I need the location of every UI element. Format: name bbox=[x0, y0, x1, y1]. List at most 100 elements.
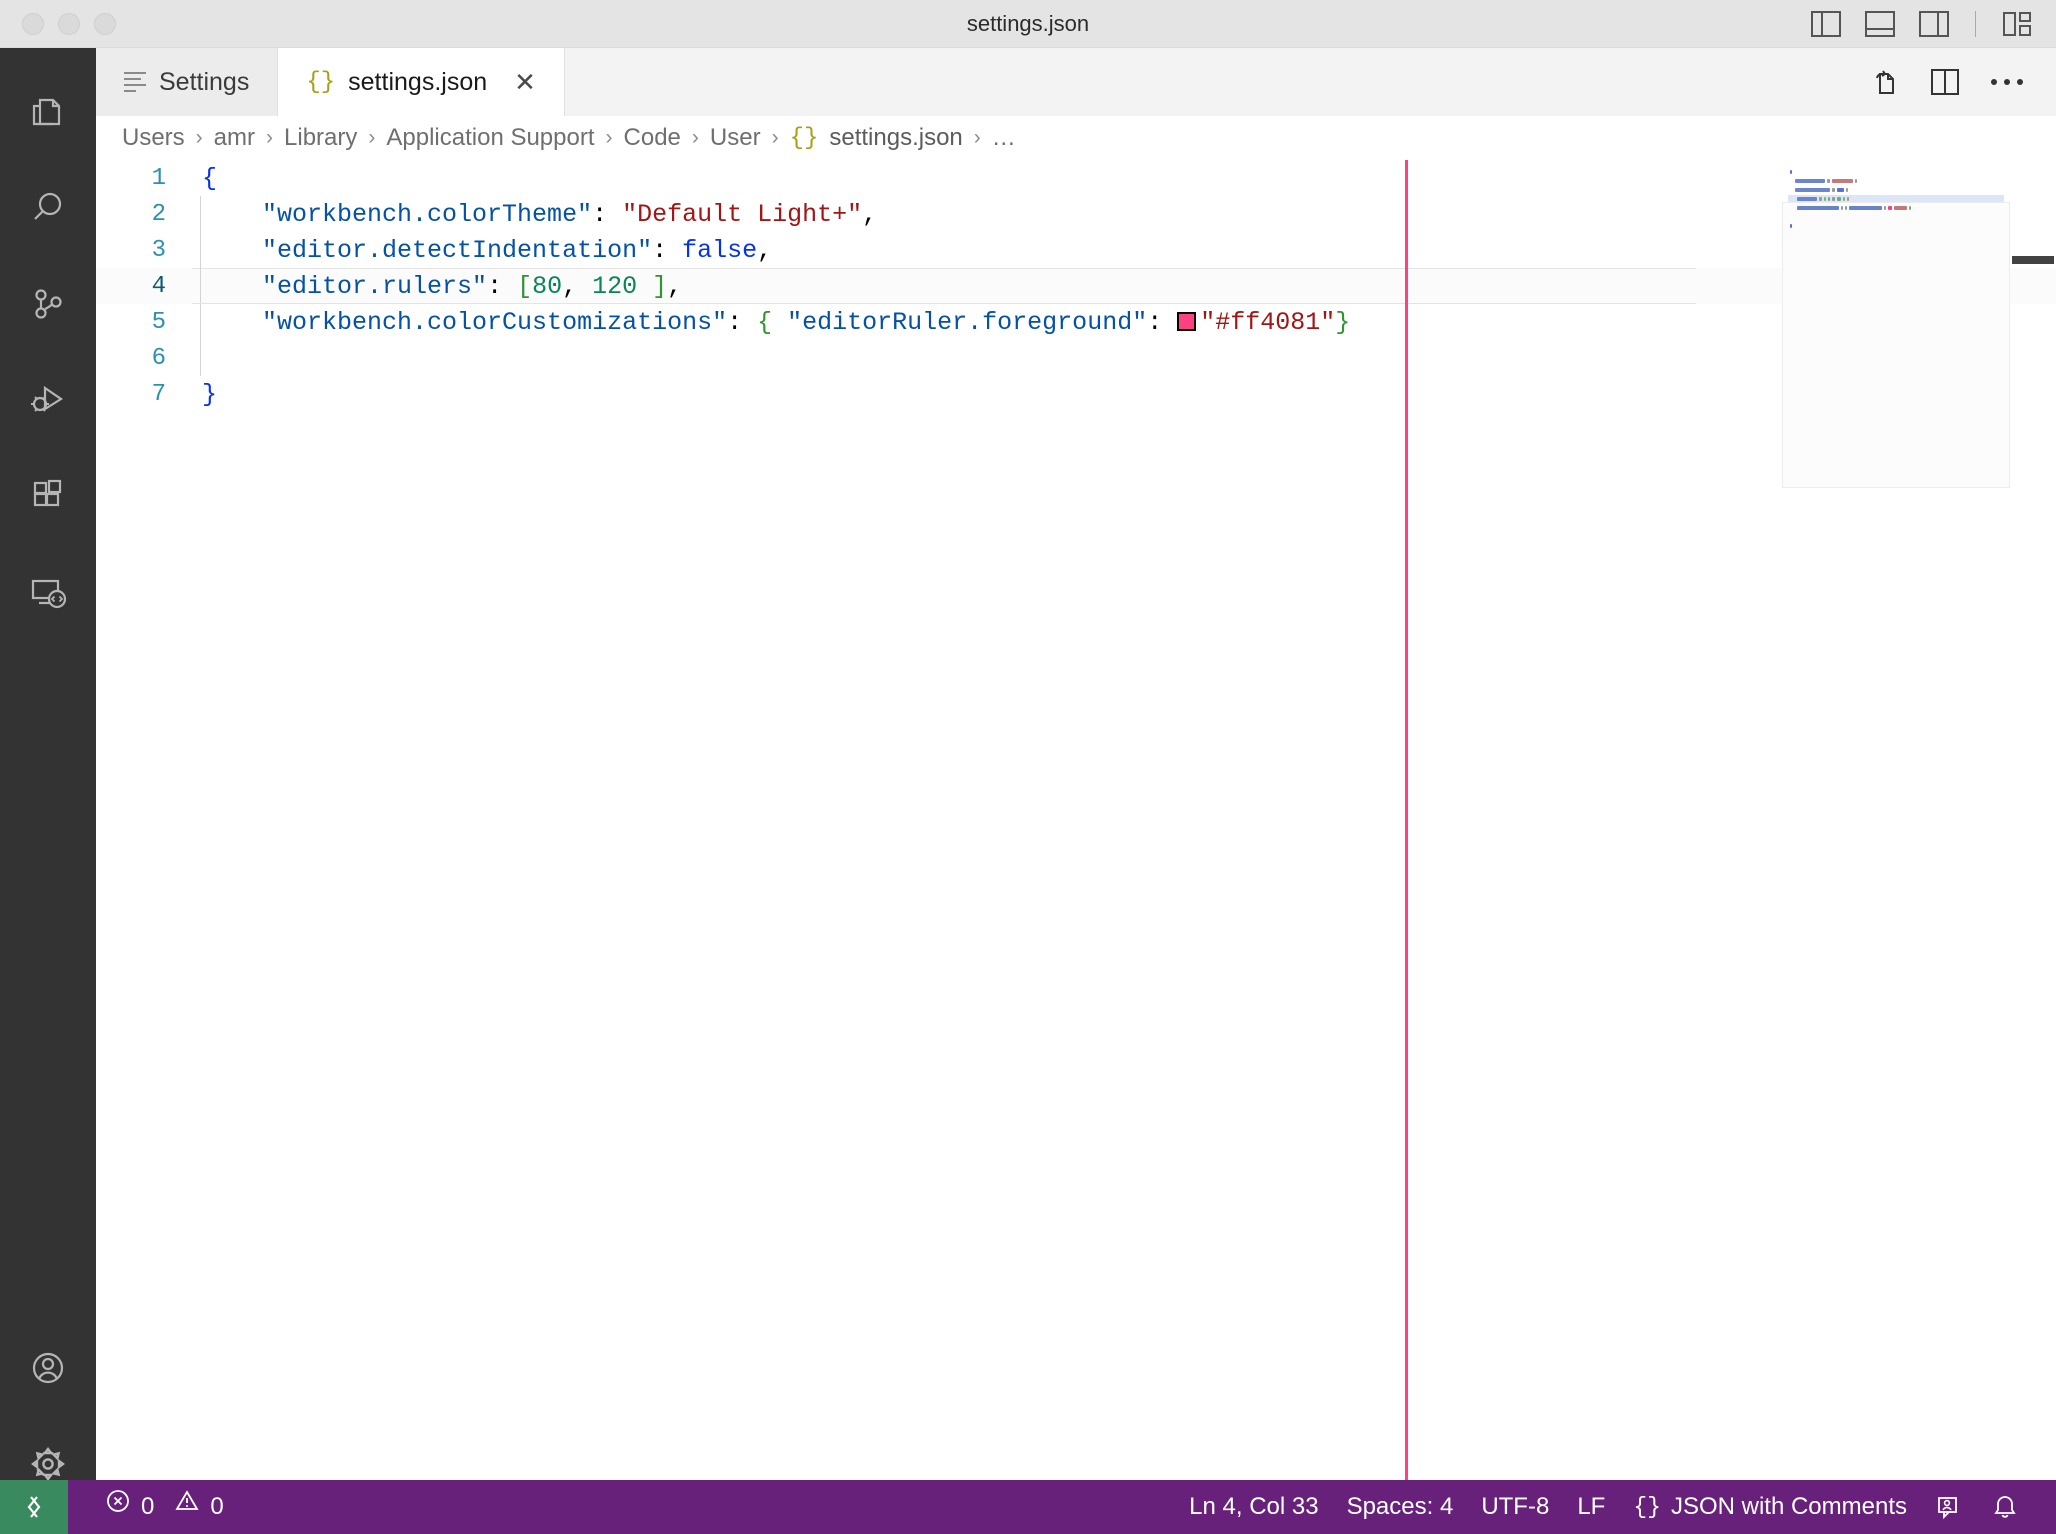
line-number: 6 bbox=[151, 344, 166, 372]
code-token: , bbox=[667, 271, 683, 301]
code-token: } bbox=[202, 379, 218, 409]
remote-window-indicator[interactable] bbox=[0, 1480, 68, 1534]
code-line[interactable]: 3 "editor.detectIndentation": false, bbox=[96, 232, 2056, 268]
indentation-status[interactable]: Spaces: 4 bbox=[1336, 1480, 1465, 1534]
code-token: , bbox=[562, 271, 593, 301]
code-content[interactable]: 1{2 "workbench.colorTheme": "Default Lig… bbox=[96, 160, 2056, 1480]
minimap-slider[interactable] bbox=[1782, 202, 2010, 488]
cursor-position[interactable]: Ln 4, Col 33 bbox=[1178, 1480, 1329, 1534]
language-mode-label: JSON with Comments bbox=[1670, 1493, 1907, 1520]
tab-settings-json[interactable]: {} settings.json ✕ bbox=[278, 48, 565, 116]
breadcrumb-separator: › bbox=[368, 126, 376, 149]
json-braces-icon: {} bbox=[306, 68, 336, 96]
notifications-bell-icon[interactable] bbox=[1980, 1480, 2030, 1534]
breadcrumb: Users › amr › Library › Application Supp… bbox=[96, 116, 2056, 160]
minimap-token bbox=[1827, 178, 1830, 183]
status-bar-left: 0 0 bbox=[68, 1480, 235, 1534]
sidebar-item-search[interactable] bbox=[0, 160, 96, 256]
indent-guide bbox=[200, 304, 201, 340]
code-token: : bbox=[652, 235, 683, 265]
code-token: false bbox=[682, 235, 758, 265]
zoom-window-button[interactable] bbox=[94, 12, 116, 35]
sidebar-item-accounts[interactable] bbox=[0, 1320, 96, 1416]
code-line[interactable]: 2 "workbench.colorTheme": "Default Light… bbox=[96, 196, 2056, 232]
minimap-line bbox=[1788, 177, 2004, 184]
warning-triangle-icon bbox=[174, 1480, 200, 1534]
status-bar-right: Ln 4, Col 33 Spaces: 4 UTF-8 LF {} JSON … bbox=[1178, 1480, 2056, 1534]
problems-status[interactable]: 0 0 bbox=[94, 1480, 235, 1534]
code-line[interactable]: 5 "workbench.colorCustomizations": { "ed… bbox=[96, 304, 2056, 340]
sidebar-item-explorer[interactable] bbox=[0, 64, 96, 160]
toolbar-divider bbox=[1975, 11, 1976, 37]
sidebar-item-remote-explorer[interactable] bbox=[0, 544, 96, 640]
toggle-panel-icon[interactable] bbox=[1863, 7, 1897, 41]
code-text: } bbox=[192, 380, 217, 409]
code-token: "workbench.colorCustomizations" bbox=[262, 307, 728, 337]
tab-label: settings.json bbox=[348, 67, 488, 96]
code-text: "workbench.colorTheme": "Default Light+"… bbox=[192, 200, 877, 229]
activity-bar-top bbox=[0, 48, 96, 640]
toggle-secondary-sidebar-icon[interactable] bbox=[1917, 7, 1951, 41]
breadcrumb-item-3[interactable]: Application Support bbox=[386, 124, 594, 152]
code-text: "editor.detectIndentation": false, bbox=[192, 236, 772, 265]
breadcrumb-separator: › bbox=[195, 126, 203, 149]
settings-lines-icon bbox=[124, 72, 146, 92]
minimap-line bbox=[1788, 168, 2004, 175]
eol-status[interactable]: LF bbox=[1566, 1480, 1616, 1534]
language-mode-status[interactable]: {} JSON with Comments bbox=[1622, 1480, 1918, 1534]
minimap[interactable] bbox=[1782, 160, 2010, 1480]
code-token: : bbox=[727, 307, 758, 337]
split-editor-right-icon[interactable] bbox=[1928, 65, 1962, 99]
code-text: "editor.rulers": [80, 120 ], bbox=[192, 272, 682, 301]
editor-tab-bar: Settings {} settings.json ✕ bbox=[96, 48, 2056, 116]
line-number: 3 bbox=[151, 236, 166, 264]
code-token: "Default Light+" bbox=[622, 199, 863, 229]
scrollbar-thumb[interactable] bbox=[2012, 256, 2054, 264]
sidebar-item-run-and-debug[interactable] bbox=[0, 352, 96, 448]
line-number: 2 bbox=[151, 200, 166, 228]
customize-layout-icon[interactable] bbox=[2000, 7, 2034, 41]
minimap-token bbox=[1790, 169, 1792, 174]
close-window-button[interactable] bbox=[22, 12, 44, 35]
close-tab-button[interactable]: ✕ bbox=[514, 69, 536, 95]
indent-guide bbox=[200, 268, 201, 304]
code-line[interactable]: 7} bbox=[96, 376, 2056, 412]
code-line[interactable]: 4 "editor.rulers": [80, 120 ], bbox=[96, 268, 2056, 304]
error-circle-icon bbox=[105, 1480, 131, 1534]
minimap-token bbox=[1837, 196, 1842, 201]
breadcrumb-item-1[interactable]: amr bbox=[214, 124, 255, 152]
breadcrumb-item-2[interactable]: Library bbox=[284, 124, 357, 152]
encoding-status[interactable]: UTF-8 bbox=[1470, 1480, 1560, 1534]
code-text: { bbox=[192, 164, 217, 193]
feedback-icon[interactable] bbox=[1924, 1480, 1974, 1534]
minimap-token bbox=[1855, 178, 1858, 183]
breadcrumb-item-7[interactable]: … bbox=[992, 124, 1016, 152]
editor-pane[interactable]: 1{2 "workbench.colorTheme": "Default Lig… bbox=[96, 160, 2056, 1480]
indent-guide bbox=[200, 340, 201, 376]
breadcrumb-item-6[interactable]: settings.json bbox=[829, 124, 962, 152]
minimap-token bbox=[1831, 178, 1854, 183]
more-actions-icon[interactable] bbox=[1990, 65, 2024, 99]
sidebar-item-source-control[interactable] bbox=[0, 256, 96, 352]
toggle-primary-sidebar-icon[interactable] bbox=[1809, 7, 1843, 41]
breadcrumb-separator: › bbox=[266, 126, 274, 149]
code-token: 120 bbox=[592, 271, 638, 301]
tab-settings[interactable]: Settings bbox=[96, 48, 279, 116]
minimap-token bbox=[1832, 196, 1836, 201]
sidebar-item-extensions[interactable] bbox=[0, 448, 96, 544]
code-token: "workbench.colorTheme" bbox=[262, 199, 593, 229]
color-swatch[interactable] bbox=[1177, 311, 1197, 331]
code-token: "editor.detectIndentation" bbox=[262, 235, 653, 265]
breadcrumb-item-4[interactable]: Code bbox=[624, 124, 681, 152]
line-number: 5 bbox=[151, 308, 166, 336]
vertical-scrollbar[interactable] bbox=[2010, 160, 2056, 1480]
minimize-window-button[interactable] bbox=[58, 12, 80, 35]
code-line[interactable]: 6 bbox=[96, 340, 2056, 376]
breadcrumb-item-0[interactable]: Users bbox=[122, 124, 185, 152]
code-line[interactable]: 1{ bbox=[96, 160, 2056, 196]
open-changes-icon[interactable] bbox=[1866, 65, 1900, 99]
indent-guide bbox=[200, 232, 201, 268]
breadcrumb-item-5[interactable]: User bbox=[710, 124, 761, 152]
